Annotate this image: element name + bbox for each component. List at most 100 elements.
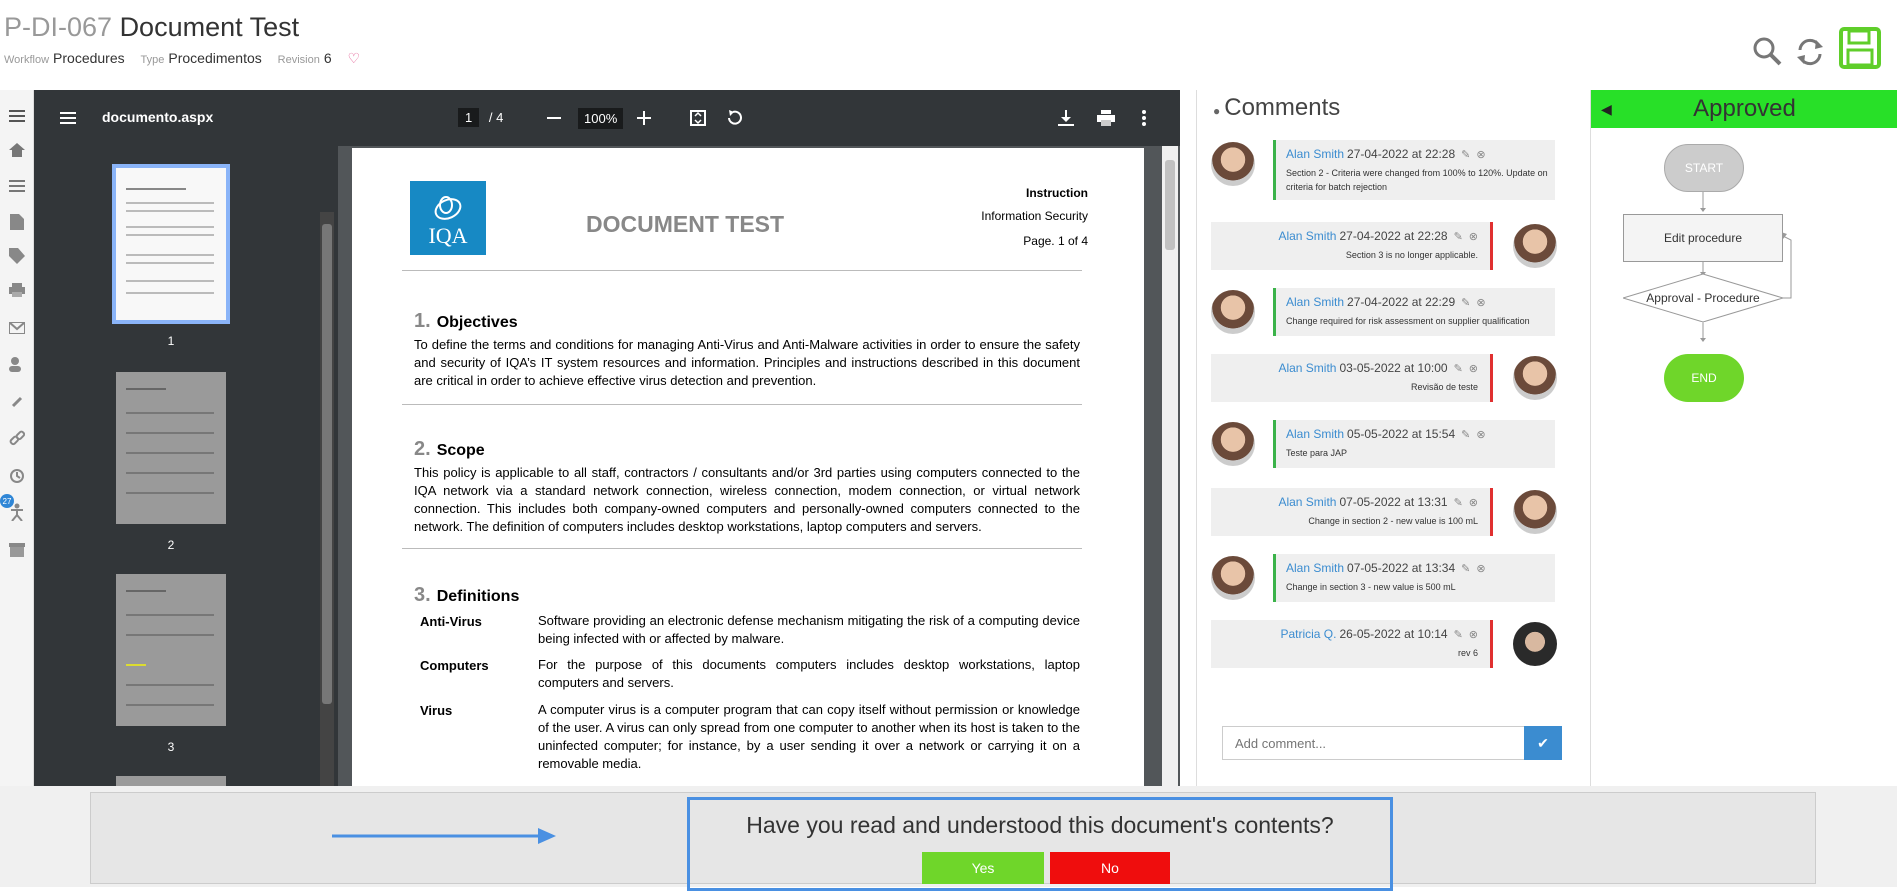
delete-icon[interactable]: ⊗ <box>1476 149 1485 161</box>
comment-text: Section 3 is no longer applicable. <box>1345 250 1478 260</box>
submit-comment-button[interactable]: ✔ <box>1524 726 1562 760</box>
comment-author[interactable]: Alan Smith <box>1278 229 1336 243</box>
workflow-node-start[interactable]: START <box>1664 144 1744 192</box>
page-thumbnail[interactable] <box>116 776 226 786</box>
tag-icon[interactable] <box>6 246 28 266</box>
comment-author[interactable]: Alan Smith <box>1286 295 1344 309</box>
comment-author[interactable]: Alan Smith <box>1286 147 1344 161</box>
no-button[interactable]: No <box>1050 852 1170 884</box>
page-scrollbar[interactable] <box>1162 146 1178 786</box>
avatar <box>1513 356 1557 400</box>
fit-page-icon[interactable] <box>686 106 710 130</box>
comment: Alan Smith 27-04-2022 at 22:28 ✎ ⊗ Section … <box>1211 140 1557 200</box>
edit-icon[interactable]: ✎ <box>1454 497 1463 509</box>
edit-icon[interactable]: ✎ <box>1454 629 1463 641</box>
workflow-node-end[interactable]: END <box>1664 354 1744 402</box>
collapse-arrow-icon[interactable]: ◀ <box>1601 90 1612 128</box>
current-page-input[interactable]: 1 <box>458 108 480 127</box>
mail-icon[interactable] <box>6 318 28 338</box>
document-category: Information Security <box>981 209 1088 223</box>
training-icon[interactable] <box>6 502 28 522</box>
delete-icon[interactable]: ⊗ <box>1469 629 1478 641</box>
edit-icon[interactable]: ✎ <box>1461 429 1470 441</box>
delete-icon[interactable]: ⊗ <box>1469 231 1478 243</box>
save-icon[interactable] <box>1838 26 1882 75</box>
search-icon[interactable] <box>1752 36 1782 71</box>
pdf-viewer: documento.aspx 1 / 4 100% 1 2 3 IQA DOCU… <box>34 90 1180 786</box>
delete-icon[interactable]: ⊗ <box>1476 429 1485 441</box>
archive-icon[interactable] <box>6 540 28 560</box>
edit-icon[interactable]: ✎ <box>1461 149 1470 161</box>
comment: Alan Smith 03-05-2022 at 10:00 ✎ ⊗ Revisão … <box>1211 354 1557 402</box>
home-icon[interactable] <box>6 140 28 160</box>
link-icon[interactable] <box>6 428 28 448</box>
revision-label: Revision <box>277 54 320 66</box>
logo-text: IQA <box>428 223 468 248</box>
list-icon[interactable] <box>6 176 28 196</box>
comment-author[interactable]: Alan Smith <box>1286 561 1344 575</box>
comment: Alan Smith 07-05-2022 at 13:34 ✎ ⊗ Change i… <box>1211 554 1557 602</box>
download-icon[interactable] <box>1054 106 1078 130</box>
section-heading: 2. Scope <box>414 438 485 460</box>
yes-button[interactable]: Yes <box>922 852 1044 884</box>
print-icon[interactable] <box>6 280 28 300</box>
edit-icon[interactable]: ✎ <box>1461 297 1470 309</box>
comment-date: 27-04-2022 at 22:28 <box>1339 229 1448 243</box>
comment-author[interactable]: Alan Smith <box>1278 495 1336 509</box>
page-thumbnail[interactable] <box>112 164 230 324</box>
comment-author[interactable]: Alan Smith <box>1278 361 1336 375</box>
page-thumbnail[interactable] <box>116 574 226 726</box>
delete-icon[interactable]: ⊗ <box>1476 297 1485 309</box>
more-options-icon[interactable] <box>1132 106 1156 130</box>
comment: Alan Smith 27-04-2022 at 22:29 ✎ ⊗ Change r… <box>1211 288 1557 336</box>
comment-author[interactable]: Patricia Q. <box>1280 627 1336 641</box>
workflow-status: ◀ Approved <box>1591 90 1897 128</box>
workflow-label: Workflow <box>4 54 50 66</box>
avatar <box>1211 142 1255 186</box>
clock-icon[interactable] <box>6 466 28 486</box>
pdf-print-icon[interactable] <box>1094 106 1118 130</box>
edit-icon[interactable]: ✎ <box>1454 231 1463 243</box>
arrow-annotation <box>332 828 556 844</box>
definition-text: Software providing an electronic defense… <box>538 613 1080 646</box>
divider <box>402 270 1082 271</box>
definition-term: Computers <box>420 658 489 673</box>
workflow-node-approval[interactable]: Approval - Procedure <box>1623 274 1783 322</box>
rotate-icon[interactable] <box>722 106 746 130</box>
avatar <box>1211 556 1255 600</box>
delete-icon[interactable]: ⊗ <box>1476 563 1485 575</box>
read-confirmation-bar: Have you read and understood this docume… <box>0 786 1897 891</box>
favorite-icon[interactable]: ♡ <box>348 50 361 66</box>
comment-bubble: Alan Smith 27-04-2022 at 22:28 ✎ ⊗ Section … <box>1273 140 1555 200</box>
pdf-toolbar: documento.aspx 1 / 4 100% <box>34 90 1180 146</box>
avatar <box>1513 622 1557 666</box>
comment-text: rev 6 <box>1457 648 1478 658</box>
page-thumbnail[interactable] <box>116 372 226 524</box>
document-title: Document Test <box>119 12 300 42</box>
workflow-node-edit[interactable]: Edit procedure <box>1623 214 1783 262</box>
zoom-out-icon[interactable] <box>542 106 566 130</box>
pdf-page: IQA DOCUMENT TEST Instruction Informatio… <box>352 148 1144 786</box>
comment-bubble: Patricia Q. 26-05-2022 at 10:14 ✎ ⊗ rev 6 <box>1211 620 1493 668</box>
delete-icon[interactable]: ⊗ <box>1469 497 1478 509</box>
edit-icon[interactable]: ✎ <box>1454 363 1463 375</box>
menu-icon[interactable] <box>6 106 28 126</box>
zoom-level[interactable]: 100% <box>578 108 624 129</box>
zoom-in-icon[interactable] <box>632 106 656 130</box>
check-icon: ✔ <box>1537 734 1549 751</box>
comment-text: Change required for risk assessment on s… <box>1286 316 1530 326</box>
users-icon[interactable] <box>6 354 28 374</box>
divider <box>402 548 1082 549</box>
definition-term: Virus <box>420 703 453 718</box>
refresh-icon[interactable] <box>1794 36 1826 73</box>
delete-icon[interactable]: ⊗ <box>1469 363 1478 375</box>
add-comment-input[interactable] <box>1222 726 1538 760</box>
comment-bubble: Alan Smith 05-05-2022 at 15:54 ✎ ⊗ Teste pa… <box>1273 420 1555 468</box>
edit-icon[interactable]: ✎ <box>1461 563 1470 575</box>
document-icon[interactable] <box>6 212 28 232</box>
hamburger-icon[interactable] <box>56 106 80 130</box>
comment-author[interactable]: Alan Smith <box>1286 427 1344 441</box>
attachment-icon[interactable] <box>6 392 28 412</box>
thumbnail-scrollbar[interactable] <box>320 212 334 786</box>
workflow-panel: ◀ Approved START Edit procedure Approval… <box>1590 90 1897 786</box>
